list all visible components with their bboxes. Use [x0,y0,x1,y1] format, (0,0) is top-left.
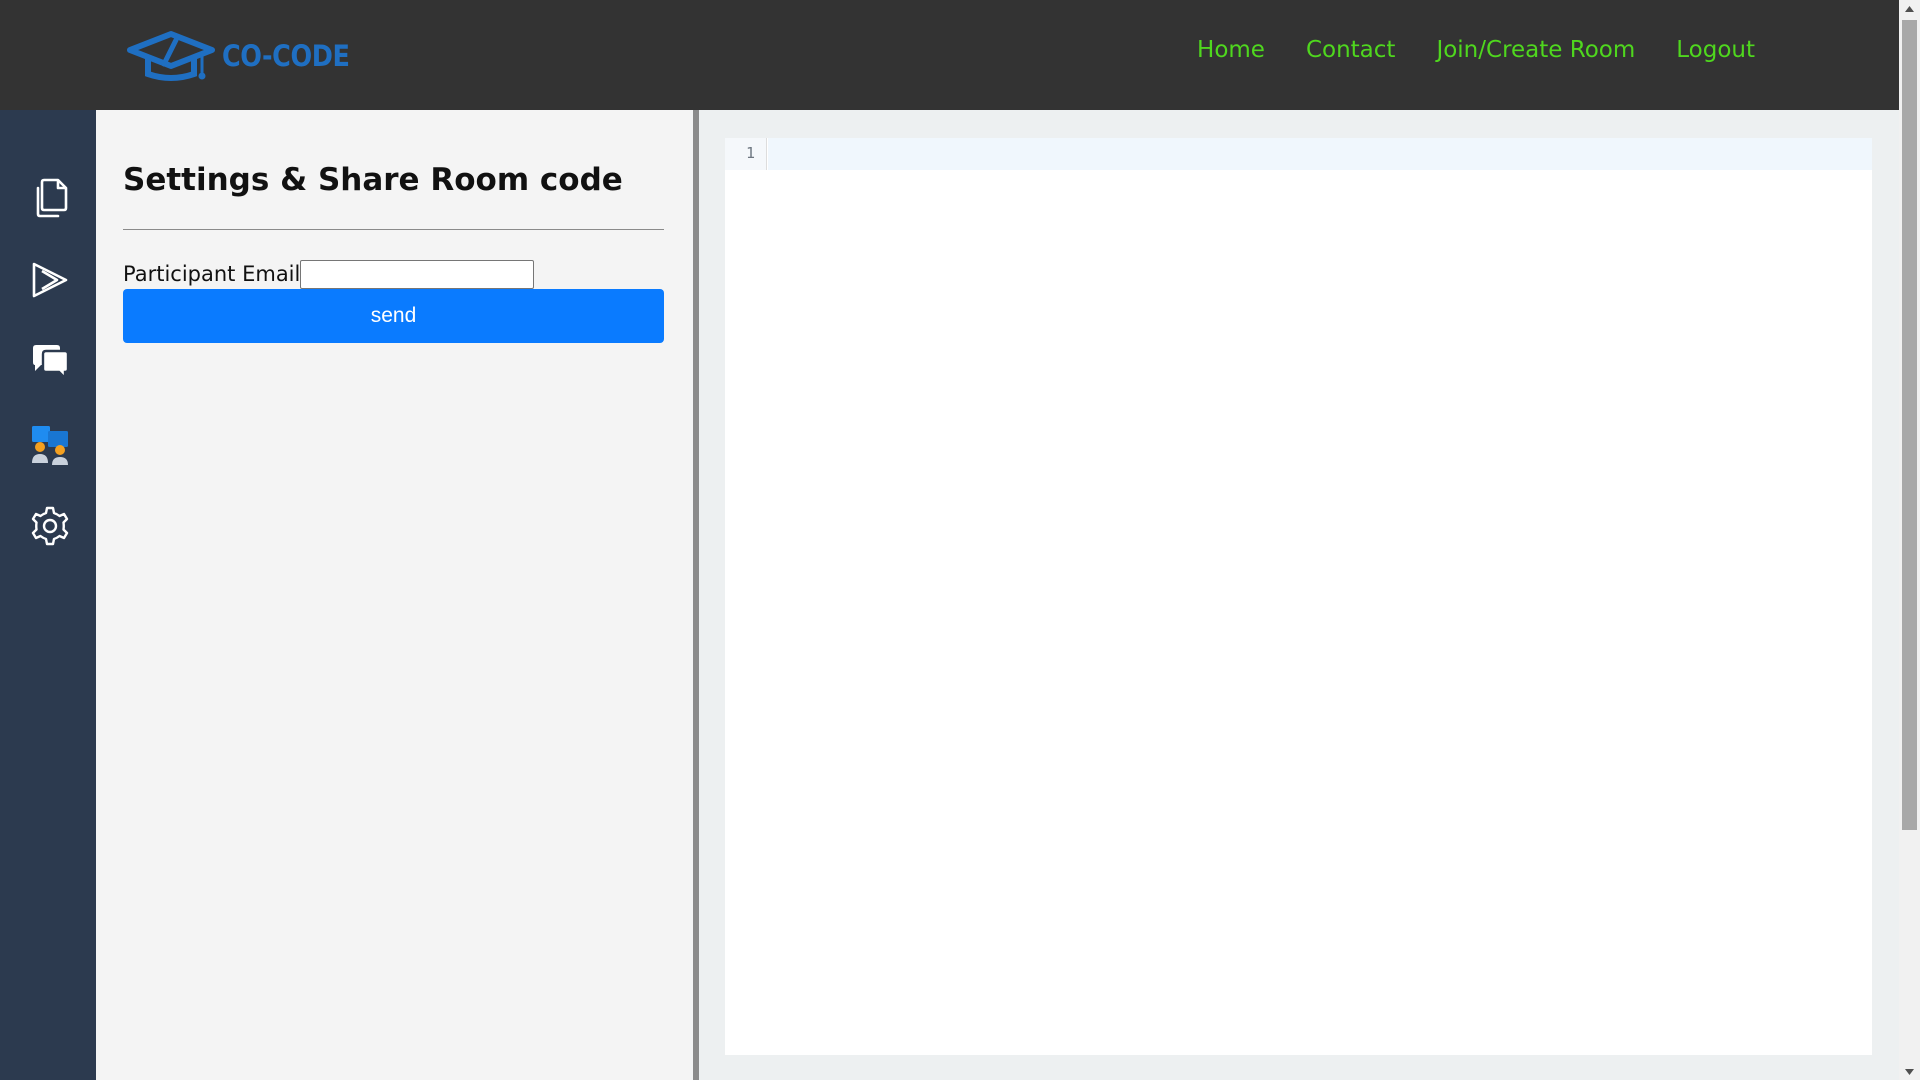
scroll-down-arrow-icon[interactable] [1899,1063,1920,1080]
sidebar-item-participants[interactable] [28,424,72,468]
scrollbar-thumb[interactable] [1902,20,1917,830]
graduation-cap-code-icon [126,30,216,82]
settings-icon [29,505,71,551]
sidebar-item-chat[interactable] [28,342,72,386]
send-button[interactable]: send [123,289,664,343]
code-editor[interactable]: 1 [725,138,1872,1055]
top-navbar: CO-CODE Home Contact Join/Create Room Lo… [0,0,1899,110]
sidebar-item-files[interactable] [28,178,72,222]
participant-email-row: Participant Email [123,259,535,289]
settings-panel: Settings & Share Room code Participant E… [96,110,693,1080]
nav-link-contact[interactable]: Contact [1306,37,1395,63]
panel-divider [123,229,664,230]
icon-sidebar [0,110,96,1080]
panel-title: Settings & Share Room code [123,162,623,198]
participant-email-input[interactable] [300,259,535,289]
nav-link-join-create-room[interactable]: Join/Create Room [1436,37,1635,63]
nav-links: Home Contact Join/Create Room Logout [1197,37,1755,63]
line-number: 1 [745,144,755,162]
active-line-highlight[interactable] [768,138,1872,170]
nav-link-logout[interactable]: Logout [1676,37,1755,63]
brand-logo[interactable]: CO-CODE [126,28,367,84]
files-icon [30,176,70,224]
scroll-up-arrow-icon[interactable] [1899,0,1920,17]
brand-name: CO-CODE [222,39,350,73]
nav-link-home[interactable]: Home [1197,37,1265,63]
sidebar-item-settings[interactable] [28,506,72,550]
participants-icon [29,423,71,469]
page-scrollbar[interactable] [1899,0,1920,1080]
sidebar-item-run[interactable] [28,260,72,304]
editor-area: 1 [699,110,1899,1080]
run-icon [30,260,70,304]
participant-email-label: Participant Email [123,262,301,286]
code-content[interactable] [768,170,1872,1055]
line-gutter: 1 [725,138,767,170]
chat-icon [29,342,71,386]
